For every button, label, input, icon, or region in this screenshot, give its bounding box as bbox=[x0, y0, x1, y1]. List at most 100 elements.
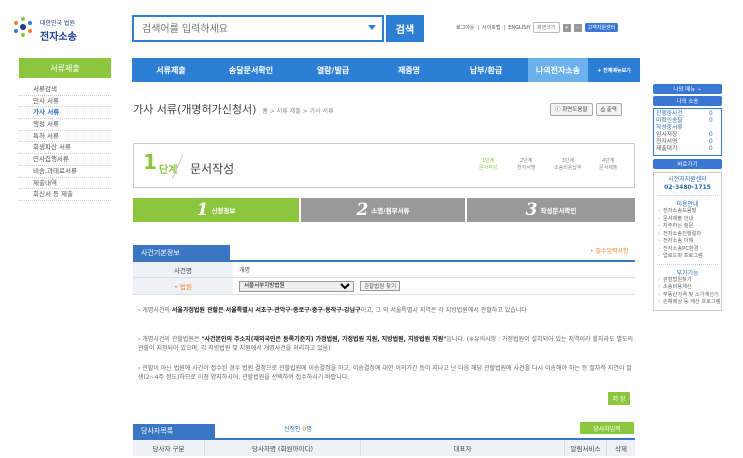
court-emblem-icon bbox=[14, 17, 32, 37]
print-button[interactable]: ⎙ 출력 bbox=[595, 103, 622, 116]
sidebar-item-family[interactable]: 가사 서류 bbox=[19, 107, 111, 120]
stat-row[interactable]: 미확인송달 0 bbox=[656, 118, 719, 125]
extra-link[interactable]: 관할법원찾기 bbox=[657, 277, 718, 285]
party-list-title: 당사자목록 bbox=[133, 424, 215, 438]
add-party-button[interactable]: 당사자입력 bbox=[580, 422, 634, 434]
court-logo[interactable]: 대한민국 법원 전자소송 bbox=[8, 14, 108, 44]
nav-item-view[interactable]: 열람/발급 bbox=[292, 58, 374, 82]
sidebar-item-bankruptcy[interactable]: 회생파산 서류 bbox=[19, 142, 111, 155]
column-header: 삭제 bbox=[615, 445, 627, 453]
sidebar-item-execution[interactable]: 민사집행서류 bbox=[19, 154, 111, 166]
applicant-count: 신청인 0명 bbox=[284, 426, 312, 433]
sitemap-link[interactable]: 사이트맵 bbox=[482, 24, 500, 31]
nav-item-payment[interactable]: 납부/환급 bbox=[444, 58, 528, 82]
nav-item-submit[interactable]: 서류제출 bbox=[132, 58, 210, 82]
call-center-phone: 02-3480-1715 bbox=[664, 184, 711, 191]
tab-application-info[interactable]: 1 신청정보 bbox=[133, 198, 299, 222]
chevron-down-icon: ⌄ bbox=[697, 86, 702, 92]
stat-row[interactable]: 진행중사건 0 bbox=[656, 111, 719, 118]
column-header: 당사자 구분 bbox=[133, 440, 205, 456]
case-name-value: 개명 bbox=[239, 267, 251, 274]
court-select[interactable]: 서울서부지방법원 bbox=[239, 280, 354, 292]
usage-link[interactable]: 업로드파 프로그램 bbox=[657, 253, 718, 261]
extra-link[interactable]: 부동산가격 및 소가계산기 bbox=[657, 292, 719, 300]
logo-title: 전자소송 bbox=[40, 32, 77, 43]
column-header: 알림서비스 bbox=[565, 440, 607, 456]
left-sidebar: 서류제출 서류검색 민사 서류 가사 서류 행정 서류 특허 서류 회생파산 서… bbox=[19, 58, 111, 201]
zoom-in-button[interactable]: + bbox=[562, 23, 571, 32]
nav-item-my-ecourt[interactable]: 나의전자소송 bbox=[528, 58, 588, 82]
note-2: › 개명사건의 관할법원은 "사건본인의 주소지(재외국민은 등록기준지) 가정… bbox=[138, 336, 634, 352]
nav-item-delivery[interactable]: 송달문서확인 bbox=[210, 58, 292, 82]
chevron-down-icon[interactable] bbox=[368, 25, 376, 30]
sidebar-item-civil[interactable]: 민사 서류 bbox=[19, 96, 111, 108]
step-1: 1단계 문서작성 bbox=[479, 158, 498, 171]
column-header: 당사자명 (회원아이디) bbox=[205, 440, 361, 456]
slash-divider bbox=[171, 154, 184, 180]
extra-link[interactable]: 소송비용계산 bbox=[657, 284, 718, 292]
logout-link[interactable]: 로그아웃 bbox=[456, 24, 474, 31]
stat-row[interactable]: 작성중서류 bbox=[656, 125, 719, 132]
info-panel: 시전자지원센터 02-3480-1715 이용안내 전자소송도움말 문서제출 안… bbox=[653, 172, 722, 311]
sidebar-item-noncontentious[interactable]: 비송,과태료서류 bbox=[19, 166, 111, 178]
my-suit-stats: 진행중사건 0 미확인송달 0 작성중서류 임시저장 0 전자서명 0 제출대기 0 bbox=[653, 108, 722, 156]
stat-row[interactable]: 임시저장 0 bbox=[656, 132, 719, 139]
my-menu-button[interactable]: 나의 메뉴 ⌄ bbox=[653, 84, 722, 94]
call-center-label: 시전자지원센터 bbox=[668, 176, 707, 183]
page-title: 가사 서류(개명허가신청서) 홈 > 서류 제출 > 가사 서류 bbox=[133, 101, 334, 117]
sidebar-item-search[interactable]: 서류검색 bbox=[19, 84, 111, 96]
usage-link[interactable]: 전자소송 이해 bbox=[657, 238, 718, 246]
usage-guide-title: 이용안내 bbox=[657, 195, 718, 208]
top-links: 로그아웃 | 사이트맵 | ENGLISH 화면크기 + - 고객지원센터 bbox=[456, 22, 619, 33]
column-header: 대표자 bbox=[361, 440, 565, 456]
sidebar-item-admin[interactable]: 행정 서류 bbox=[19, 119, 111, 131]
save-button[interactable]: 저 장 bbox=[608, 392, 630, 405]
nav-item-certificate[interactable]: 제증명 bbox=[374, 58, 444, 82]
sidebar-item-history[interactable]: 제출내역 bbox=[19, 178, 111, 190]
current-step-name: 문서작성 bbox=[190, 162, 235, 176]
zoom-out-button[interactable]: - bbox=[573, 23, 582, 32]
step-3: 3단계 소송비용납부 bbox=[554, 158, 582, 171]
search-box bbox=[132, 15, 384, 42]
search-input[interactable] bbox=[134, 18, 354, 41]
english-link[interactable]: ENGLISH bbox=[508, 25, 530, 31]
usage-link[interactable]: 문서제출 안내 bbox=[657, 216, 718, 224]
usage-link[interactable]: 전자소송진행절차 bbox=[657, 231, 718, 239]
page-title-text: 가사 서류(개명허가신청서) bbox=[133, 103, 257, 116]
tab-attachments[interactable]: 2 소명/첨부서류 bbox=[301, 198, 465, 222]
zoom-label: 화면크기 bbox=[533, 22, 560, 33]
step-progress: 1 단계 문서작성 1단계 문서작성 2단계 전자서명 3단계 소송비용납부 4단계 문… bbox=[133, 143, 635, 188]
search-button[interactable]: 검색 bbox=[386, 15, 424, 42]
title-buttons: ⓘ 화면도움말 ⎙ 출력 bbox=[550, 103, 622, 116]
table-row: 사건명 개명 bbox=[133, 262, 635, 278]
case-info-title: 사건기본정보 bbox=[133, 245, 230, 260]
sidebar-item-reply[interactable]: 회신서 등 제출 bbox=[19, 189, 111, 201]
case-info-table: 사건명 개명 • 법원 서울서부지방법원 관할법원 찾기 bbox=[133, 262, 635, 295]
sidebar-item-patent[interactable]: 특허 서류 bbox=[19, 131, 111, 143]
required-note: • 필수입력사항 bbox=[590, 248, 629, 255]
current-step-number: 1 bbox=[143, 150, 157, 174]
step-2: 2단계 전자서명 bbox=[517, 158, 536, 171]
party-table-header: 당사자 구분 당사자명 (회원아이디) 대표자 알림서비스 삭제 bbox=[133, 440, 635, 456]
usage-link[interactable]: 자주하는 질문 bbox=[657, 223, 718, 231]
tab-document-review[interactable]: 3 작성문서확인 bbox=[467, 198, 635, 222]
case-name-label: 사건명 bbox=[133, 262, 233, 277]
right-sidebar: 나의 메뉴 ⌄ 나의 소송 진행중사건 0 미확인송달 0 작성중서류 임시저장 0 … bbox=[653, 84, 722, 311]
find-court-button[interactable]: 관할법원 찾기 bbox=[360, 281, 401, 291]
extra-link[interactable]: 손해배상 등 계산 프로그램 bbox=[657, 299, 720, 307]
stat-row[interactable]: 제출대기 0 bbox=[656, 146, 719, 153]
shortcut-header: 바로가기 bbox=[653, 159, 722, 169]
all-menu-button[interactable]: + 전체메뉴보기 bbox=[588, 58, 640, 82]
table-row: • 법원 서울서부지방법원 관할법원 찾기 bbox=[133, 278, 635, 295]
help-center-link[interactable]: 고객지원센터 bbox=[584, 23, 619, 32]
extra-functions-title: 부가기능 bbox=[657, 263, 718, 277]
main-nav: 서류제출 송달문서확인 열람/발급 제증명 납부/환급 나의전자소송 + 전체메… bbox=[132, 58, 640, 82]
step-4: 4단계 문서제출 bbox=[599, 158, 618, 171]
logo-subtitle: 대한민국 법원 bbox=[40, 20, 76, 27]
note-1: › 개명사건의 서울가정법원 관할은 서울특별시 서초구·관악구·종로구·중구·… bbox=[138, 307, 527, 314]
usage-link[interactable]: 전자소송PC환경 bbox=[657, 246, 718, 254]
help-button[interactable]: ⓘ 화면도움말 bbox=[550, 103, 593, 116]
my-suit-header: 나의 소송 bbox=[653, 96, 722, 106]
usage-link[interactable]: 전자소송도움말 bbox=[657, 208, 718, 216]
stat-row[interactable]: 전자서명 0 bbox=[656, 139, 719, 146]
